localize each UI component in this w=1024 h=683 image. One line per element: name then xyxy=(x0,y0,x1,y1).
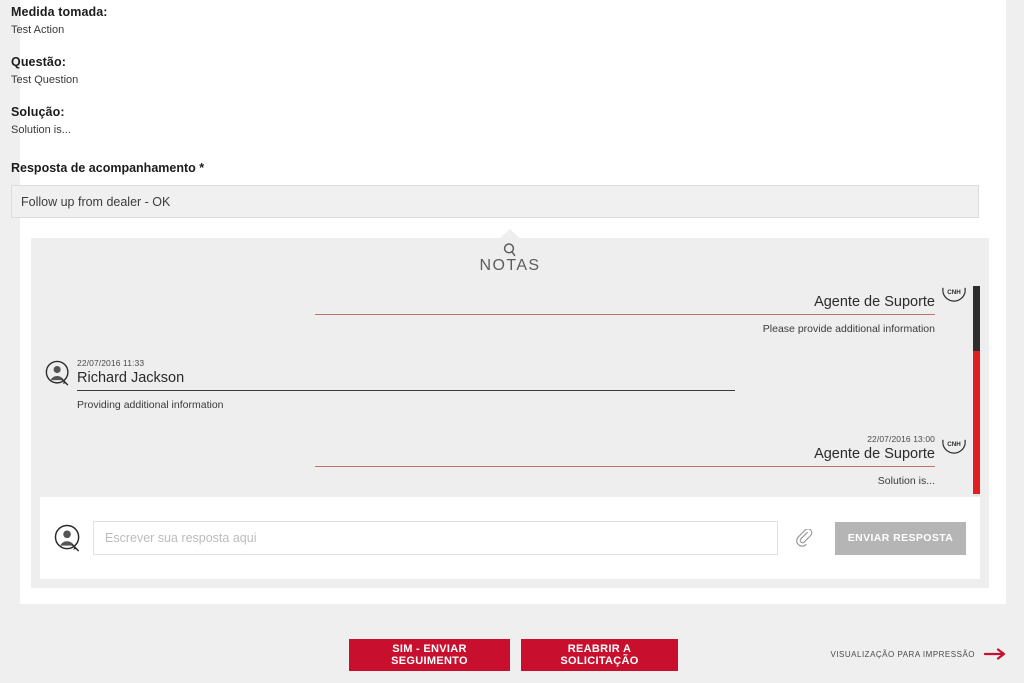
note-item: 22/07/2016 11:33 Richard Jackson Providi… xyxy=(45,358,967,412)
field-value: Solution is... xyxy=(11,124,71,136)
followup-label: Resposta de acompanhamento * xyxy=(11,161,205,175)
note-header: 22/07/2016 13:00 Agente de Suporte CNH xyxy=(315,434,967,463)
cnh-logo-icon: CNH xyxy=(942,287,966,302)
note-body: Providing additional information xyxy=(77,399,224,411)
followup-value-box[interactable]: Follow up from dealer - OK xyxy=(11,185,979,218)
reply-composer: ENVIAR RESPOSTA xyxy=(40,497,980,579)
note-divider xyxy=(315,314,935,315)
field-value: Test Question xyxy=(11,74,79,86)
note-divider xyxy=(77,390,735,391)
case-detail-block: Medida tomada: Test Action Questão: Test… xyxy=(11,0,979,218)
notes-scrollbar-thumb-unread[interactable] xyxy=(973,351,980,494)
svg-text:CNH: CNH xyxy=(947,441,961,448)
note-header: Agente de Suporte CNH xyxy=(315,284,967,311)
send-reply-button[interactable]: ENVIAR RESPOSTA xyxy=(835,521,966,555)
arrow-right-icon xyxy=(984,648,1006,660)
note-body: Please provide additional information xyxy=(762,323,935,335)
note-item: 22/07/2016 13:00 Agente de Suporte CNH S… xyxy=(45,434,967,488)
field-solucao: Solução: Solution is... xyxy=(11,104,979,138)
notes-panel-notch xyxy=(496,229,524,242)
note-author: Agente de Suporte xyxy=(814,446,935,462)
note-header: 22/07/2016 11:33 Richard Jackson xyxy=(45,358,967,387)
followup-value: Follow up from dealer - OK xyxy=(21,194,171,209)
page-root: Medida tomada: Test Action Questão: Test… xyxy=(0,0,1024,683)
footer-actions: SIM - ENVIAR SEGUIMENTO REABRIR A SOLICI… xyxy=(0,604,1024,683)
reply-input[interactable] xyxy=(93,521,778,555)
notes-scroll-area[interactable]: Agente de Suporte CNH Please provide add… xyxy=(31,284,989,496)
cnh-logo-icon: CNH xyxy=(942,439,966,454)
note-body: Solution is... xyxy=(877,475,935,487)
note-spacer xyxy=(45,336,967,358)
note-timestamp: 22/07/2016 13:00 xyxy=(867,434,935,444)
print-preview-label: VISUALIZAÇÃO PARA IMPRESSÃO xyxy=(830,649,975,659)
note-meta: 22/07/2016 11:33 Richard Jackson xyxy=(77,358,184,387)
field-questao: Questão: Test Question xyxy=(11,54,979,88)
note-author: Richard Jackson xyxy=(77,370,185,386)
print-preview-link[interactable]: VISUALIZAÇÃO PARA IMPRESSÃO xyxy=(831,647,1007,661)
person-avatar-icon xyxy=(45,360,69,386)
notes-header: NOTAS xyxy=(31,229,989,284)
field-resposta-acompanhamento: Resposta de acompanhamento * Follow up f… xyxy=(11,160,979,218)
notes-panel: NOTAS Agente de Suporte CNH Please provi… xyxy=(31,229,989,588)
note-divider xyxy=(315,466,935,467)
paperclip-icon xyxy=(795,528,812,547)
attach-file-button[interactable] xyxy=(787,521,821,555)
note-meta: Agente de Suporte xyxy=(814,293,935,311)
field-label: Questão: xyxy=(11,55,66,69)
svg-text:CNH: CNH xyxy=(947,289,961,296)
person-avatar-icon xyxy=(54,524,80,552)
notes-scrollbar-thumb-read[interactable] xyxy=(973,286,980,351)
reopen-request-button[interactable]: REABRIR A SOLICITAÇÃO xyxy=(521,639,678,671)
notes-title: NOTAS xyxy=(479,257,541,274)
note-spacer xyxy=(45,412,967,434)
field-label: Solução: xyxy=(11,105,65,119)
note-item: Agente de Suporte CNH Please provide add… xyxy=(45,284,967,336)
field-label: Medida tomada: xyxy=(11,5,108,19)
note-meta: 22/07/2016 13:00 Agente de Suporte xyxy=(814,434,935,463)
field-value: Test Action xyxy=(11,24,65,36)
note-author: Agente de Suporte xyxy=(814,294,935,310)
submit-followup-button[interactable]: SIM - ENVIAR SEGUIMENTO xyxy=(349,639,510,671)
magnifier-icon xyxy=(503,243,516,257)
note-timestamp: 22/07/2016 11:33 xyxy=(77,358,145,368)
field-medida-tomada: Medida tomada: Test Action xyxy=(11,4,979,38)
